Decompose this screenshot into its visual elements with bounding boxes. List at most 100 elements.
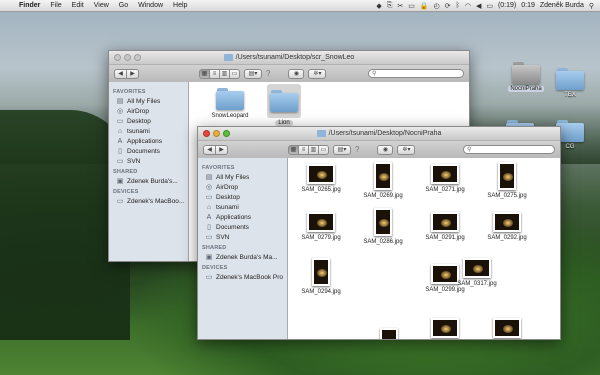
file-item[interactable]: SAM_0317.jpg — [454, 258, 500, 287]
minimize-button[interactable] — [124, 54, 131, 61]
menu-file[interactable]: File — [45, 2, 66, 9]
battery-time[interactable]: (0:19) — [498, 2, 516, 9]
tex-icon[interactable]: ⎘ — [387, 2, 393, 10]
desktop-icon: ▭ — [116, 118, 124, 125]
file-item[interactable]: SAM_0279.jpg — [298, 212, 344, 241]
sidebar-item-label: All My Files — [127, 97, 161, 105]
file-item[interactable]: SAM_0291.jpg — [422, 212, 468, 241]
dropbox-icon[interactable]: ◆ — [376, 2, 381, 10]
search-input[interactable]: ⚲ — [463, 145, 555, 154]
file-item[interactable]: SAM_0271.jpg — [422, 164, 468, 193]
sidebar-item-documents[interactable]: ▯ Documents — [198, 222, 287, 232]
arrange-button[interactable]: ▤▾ — [333, 144, 351, 155]
folder-item-lion[interactable]: Lion — [261, 84, 307, 126]
sidebar-item-label: Documents — [216, 223, 249, 231]
forward-button[interactable]: ▶ — [126, 68, 139, 79]
help-icon[interactable]: ? — [266, 69, 270, 78]
time-machine-icon[interactable]: ◴ — [434, 2, 440, 10]
action-button[interactable]: ✲▾ — [308, 68, 327, 79]
sync-icon[interactable]: ⟳ — [445, 2, 451, 10]
file-item[interactable] — [422, 318, 468, 339]
window-titlebar[interactable]: /Users/tsunami/Desktop/scr_SnowLeo — [109, 51, 469, 65]
folder-icon — [270, 90, 298, 112]
sidebar-item-airdrop[interactable]: ◎ AirDrop — [198, 182, 287, 192]
sidebar-item-label: Applications — [127, 137, 163, 145]
file-item[interactable]: SAM_0286.jpg — [360, 208, 406, 245]
close-button[interactable] — [203, 130, 210, 137]
file-label: SAM_0265.jpg — [301, 187, 341, 193]
quick-look-button[interactable]: ◉ — [288, 68, 305, 79]
spotlight-icon[interactable]: ⚲ — [589, 2, 594, 10]
file-item[interactable]: SAM_0294.jpg — [298, 258, 344, 295]
sidebar-item-applications[interactable]: A Applications — [198, 212, 287, 222]
folder-icon — [316, 130, 326, 137]
menu-window[interactable]: Window — [133, 2, 168, 9]
display-icon[interactable]: ▭ — [408, 2, 415, 10]
arrange-button[interactable]: ▤▾ — [244, 68, 262, 79]
finder-window-front: /Users/tsunami/Desktop/NocniPraha ◀ ▶ ▦ … — [197, 126, 561, 340]
desktop-icon: ▭ — [205, 194, 213, 201]
sidebar-item-macbook[interactable]: ▭ Zdenek's MacBook Pro — [198, 272, 287, 282]
file-item[interactable]: SAM_0269.jpg — [360, 162, 406, 199]
zoom-button[interactable] — [134, 54, 141, 61]
sidebar-item-tsunami[interactable]: ⌂ tsunami — [109, 126, 188, 136]
search-input[interactable]: ⚲ — [368, 69, 464, 78]
menu-help[interactable]: Help — [168, 2, 192, 9]
tools-icon[interactable]: ✂ — [397, 2, 403, 10]
coverflow-view-button[interactable]: ▭ — [229, 68, 240, 79]
photo-thumbnail — [498, 162, 516, 190]
window-titlebar[interactable]: /Users/tsunami/Desktop/NocniPraha — [198, 127, 560, 141]
sidebar-item-tsunami[interactable]: ⌂ tsunami — [198, 202, 287, 212]
sidebar-item-documents[interactable]: ▯ Documents — [109, 146, 188, 156]
sidebar-item-airdrop[interactable]: ◎ AirDrop — [109, 106, 188, 116]
lock-icon[interactable]: 🔒 — [420, 2, 429, 10]
menubar-clock[interactable]: 0:19 — [521, 2, 535, 9]
sidebar-item-label: Zdenek's MacBook Pro — [216, 273, 283, 281]
battery-icon[interactable]: ▭ — [486, 2, 493, 10]
sidebar-item-shared-computer[interactable]: ▣ Zdenek Burda's... — [109, 176, 188, 186]
photo-light — [473, 265, 483, 273]
help-icon[interactable]: ? — [355, 145, 359, 154]
menu-edit[interactable]: Edit — [67, 2, 89, 9]
sidebar-item-all-my-files[interactable]: ▤ All My Files — [198, 172, 287, 182]
quick-look-button[interactable]: ◉ — [377, 144, 394, 155]
bluetooth-icon[interactable]: ᛒ — [456, 2, 460, 9]
laptop-icon: ▭ — [205, 274, 213, 281]
sidebar-item-label: SVN — [216, 233, 230, 241]
file-item[interactable] — [484, 318, 530, 339]
photo-light — [385, 339, 395, 340]
sidebar-item-desktop[interactable]: ▭ Desktop — [198, 192, 287, 202]
file-item[interactable]: SAM_0275.jpg — [484, 162, 530, 199]
folder-item-snowleopard[interactable]: SnowLeopard — [207, 88, 253, 119]
desktop-item-nocnipraha[interactable]: NocniPraha — [506, 62, 546, 92]
file-item[interactable] — [366, 328, 412, 340]
file-label: SAM_0271.jpg — [425, 187, 465, 193]
file-item[interactable]: SAM_0292.jpg — [484, 212, 530, 241]
menubar-user[interactable]: Zdeněk Burda — [540, 2, 584, 9]
desktop-item-tex[interactable]: TEX — [550, 68, 590, 98]
sidebar-item-svn[interactable]: ▭ SVN — [198, 232, 287, 242]
sidebar-item-shared-computer[interactable]: ▣ Zdenek Burda's Ma... — [198, 252, 287, 262]
folder-icon — [556, 68, 584, 90]
file-label: SAM_0275.jpg — [487, 193, 527, 199]
menu-view[interactable]: View — [89, 2, 114, 9]
file-item[interactable]: SAM_0265.jpg — [298, 164, 344, 193]
menu-go[interactable]: Go — [114, 2, 133, 9]
sidebar-item-applications[interactable]: A Applications — [109, 136, 188, 146]
action-button[interactable]: ✲▾ — [397, 144, 416, 155]
menu-finder[interactable]: Finder — [14, 2, 45, 9]
zoom-button[interactable] — [223, 130, 230, 137]
sidebar-item-all-my-files[interactable]: ▤ All My Files — [109, 96, 188, 106]
forward-button[interactable]: ▶ — [215, 144, 228, 155]
minimize-button[interactable] — [213, 130, 220, 137]
sidebar-item-svn[interactable]: ▭ SVN — [109, 156, 188, 166]
sidebar: FAVORITES ▤ All My Files ◎ AirDrop ▭ Deskto… — [109, 82, 189, 261]
close-button[interactable] — [114, 54, 121, 61]
wifi-icon[interactable]: ◠ — [465, 2, 471, 10]
volume-icon[interactable]: ◀ — [476, 2, 481, 10]
sidebar-item-macbook[interactable]: ▭ Zdenek's MacBoo... — [109, 196, 188, 206]
sidebar-item-label: Desktop — [127, 117, 151, 125]
sidebar-item-desktop[interactable]: ▭ Desktop — [109, 116, 188, 126]
coverflow-view-button[interactable]: ▭ — [318, 144, 329, 155]
sidebar-header-favorites: FAVORITES — [202, 165, 235, 171]
